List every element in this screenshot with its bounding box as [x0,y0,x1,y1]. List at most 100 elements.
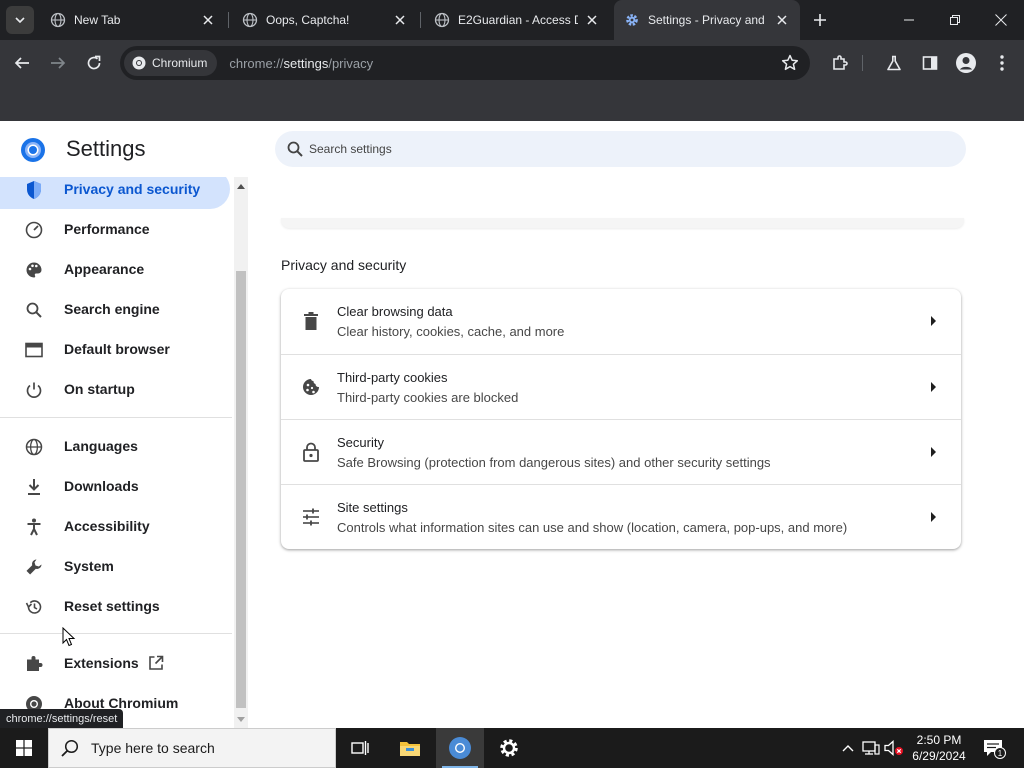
network-tray-icon[interactable] [861,738,881,758]
site-info-chip[interactable]: Chromium [124,50,218,76]
reload-button[interactable] [80,49,108,77]
arrow-right-icon [51,57,66,69]
privacy-card: Clear browsing data Clear history, cooki… [281,289,961,549]
settings-header: Settings [0,121,1024,177]
close-tab-icon[interactable] [200,12,216,28]
sidebar-item-label: Extensions [64,655,139,671]
taskbar-search[interactable]: Type here to search [48,728,336,768]
sidebar-divider [0,633,232,634]
tab-settings[interactable]: Settings - Privacy and [614,0,800,40]
tab-strip: New Tab Oops, Captcha! E2Guardian - Acce… [0,0,1024,40]
settings-search[interactable] [275,131,966,167]
new-tab-button[interactable] [808,8,832,32]
start-button[interactable] [0,728,48,768]
url-text: chrome://settings/privacy [229,55,374,71]
search-icon [24,300,44,320]
row-security[interactable]: Security Safe Browsing (protection from … [281,419,961,484]
close-tab-icon[interactable] [584,12,600,28]
row-subtitle: Third-party cookies are blocked [337,390,519,405]
restore-button[interactable] [932,0,978,40]
download-icon [24,477,44,497]
close-tab-icon[interactable] [392,12,408,28]
sidebar-item-languages[interactable]: Languages [0,426,230,466]
profile-button[interactable] [954,51,978,75]
side-panel-button[interactable] [918,51,942,75]
wrench-icon [24,557,44,577]
windows-logo-icon [16,740,32,756]
scroll-thumb[interactable] [236,271,246,708]
menu-button[interactable] [990,51,1014,75]
bookmark-star-icon[interactable] [780,53,800,73]
tab-search-button[interactable] [6,6,34,34]
tab-new-tab[interactable]: New Tab [40,6,226,34]
scroll-up-icon[interactable] [237,183,245,191]
link-status-bubble: chrome://settings/reset [0,709,124,728]
row-site-settings[interactable]: Site settings Controls what information … [281,484,961,549]
close-tab-icon[interactable] [774,12,790,28]
flask-icon [887,55,901,71]
chromium-icon [449,737,471,759]
search-input[interactable] [309,142,909,156]
sidebar-item-privacy[interactable]: Privacy and security [0,177,230,209]
close-window-button[interactable] [978,0,1024,40]
search-icon [61,739,79,757]
tab-separator [228,12,229,28]
taskbar-chromium[interactable] [436,728,484,768]
chevron-up-icon [842,745,854,752]
taskbar-settings[interactable] [485,728,533,768]
show-hidden-icons-button[interactable] [838,738,858,758]
back-button[interactable] [8,49,36,77]
sidebar-scrollbar[interactable] [234,177,248,728]
clock-time: 2:50 PM [916,733,962,747]
sidebar-item-default-browser[interactable]: Default browser [0,329,230,369]
notification-center-button[interactable]: 1 [980,736,1006,760]
sidebar-item-performance[interactable]: Performance [0,209,230,249]
sidebar-item-on-startup[interactable]: On startup [0,369,230,409]
minimize-button[interactable] [886,0,932,40]
avatar-icon [956,53,976,73]
tab-oops-captcha[interactable]: Oops, Captcha! [232,6,418,34]
sidebar-item-label: Privacy and security [64,181,201,197]
notification-count-badge: 1 [994,747,1006,759]
tab-e2guardian[interactable]: E2Guardian - Access D [424,6,610,34]
volume-tray-icon[interactable] [884,738,904,758]
sidebar-item-search-engine[interactable]: Search engine [0,289,230,329]
arrow-right-icon [931,382,936,392]
taskbar-search-placeholder: Type here to search [91,740,215,756]
kebab-menu-icon [1000,55,1004,71]
gear-icon [500,739,518,757]
external-link-icon [149,655,164,670]
tab-title: Oops, Captcha! [266,13,350,27]
sidebar-item-label: On startup [64,381,135,397]
taskbar-file-explorer[interactable] [386,728,434,768]
address-bar[interactable]: Chromium chrome://settings/privacy [120,46,810,80]
task-view-button[interactable] [336,728,384,768]
history-icon [24,597,44,617]
sidebar-item-accessibility[interactable]: Accessibility [0,506,230,546]
plus-icon [814,14,826,26]
sidebar-item-reset-settings[interactable]: Reset settings [0,586,230,626]
search-icon [287,141,303,157]
sidebar-item-label: Performance [64,221,150,237]
forward-button[interactable] [44,49,72,77]
labs-button[interactable] [882,51,906,75]
scroll-down-icon[interactable] [237,715,245,723]
folder-icon [400,742,420,756]
sidebar-item-system[interactable]: System [0,546,230,586]
row-third-party-cookies[interactable]: Third-party cookies Third-party cookies … [281,354,961,419]
chromium-icon [132,56,146,70]
globe-icon [434,12,450,28]
network-icon [862,741,880,755]
reload-icon [87,55,101,70]
sidebar-item-downloads[interactable]: Downloads [0,466,230,506]
row-clear-browsing-data[interactable]: Clear browsing data Clear history, cooki… [281,289,961,354]
globe-icon [50,12,66,28]
sidebar-item-appearance[interactable]: Appearance [0,249,230,289]
sidebar-item-label: Default browser [64,341,170,357]
extensions-button[interactable] [828,51,852,75]
clock-date: 6/29/2024 [912,749,966,763]
speedometer-icon [24,220,44,240]
sidebar-item-extensions[interactable]: Extensions [0,643,230,683]
taskbar-clock[interactable]: 2:50 PM 6/29/2024 [908,732,970,764]
sidebar-item-label: Downloads [64,478,139,494]
